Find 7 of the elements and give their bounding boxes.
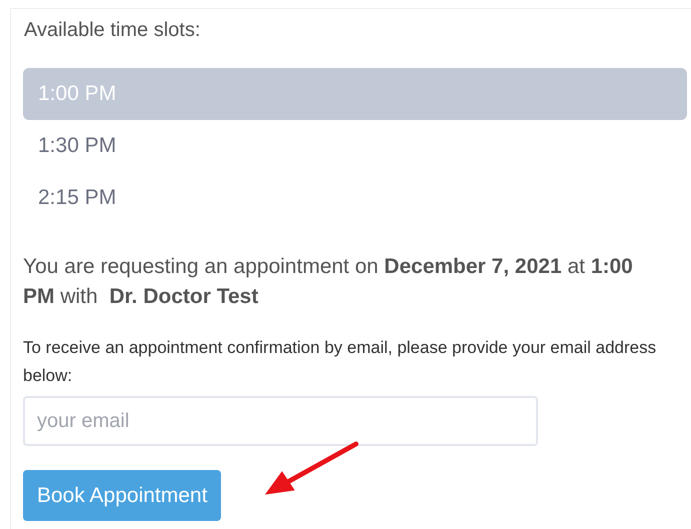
email-field[interactable]: your email (23, 396, 538, 446)
request-summary: You are requesting an appointment on December 7, 2021 at 1:00 PM with Dr. Doctor Test (23, 254, 634, 310)
email-instructions: To receive an appointment confirmation by email, please provide your email address below: (23, 337, 658, 387)
book-appointment-button[interactable]: Book Appointment (23, 470, 222, 521)
section-heading: Available time slots: (24, 18, 202, 43)
time-slot[interactable]: 1:30 PM (23, 120, 687, 172)
time-slot[interactable]: 2:15 PM (23, 172, 687, 224)
